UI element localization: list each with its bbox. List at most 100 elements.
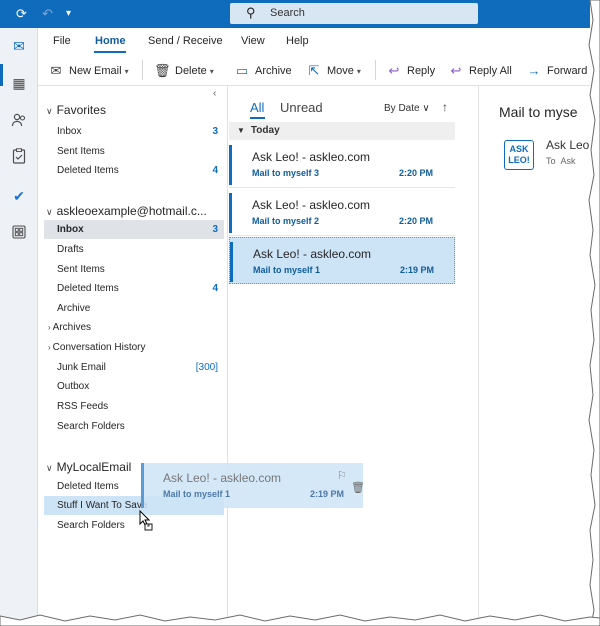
folder-pane: ‹ ∨ Favorites Inbox 3 Sent Items Deleted I… [38,86,228,626]
new-email-dropdown-icon[interactable]: ▾ [125,67,129,76]
message-subject: Mail to myself 2 [252,216,320,226]
quick-access-dropdown-icon[interactable]: ▾ [66,6,71,22]
active-filter-indicator [250,117,265,119]
local-search-folders[interactable]: Search Folders [44,516,224,535]
folder-deleted-items[interactable]: Deleted Items 4 [44,279,224,298]
reply-button[interactable]: ↩ Reply [386,63,436,79]
folder-inbox[interactable]: Inbox 3 [44,220,224,239]
sort-direction-icon[interactable]: ↑ [442,100,448,114]
collapse-folder-pane-icon[interactable]: ‹ [213,88,216,99]
delete-button[interactable]: 🗑 Delete ▾ [154,63,214,79]
tasks-icon[interactable] [9,148,29,168]
app-navigation-rail: ✉ ▦ ✔ [0,28,38,626]
trash-icon: 🗑 [154,63,171,78]
new-email-button[interactable]: ✉ New Email ▾ [48,63,129,79]
todo-check-icon[interactable]: ✔ [9,186,29,206]
folder-search-folders[interactable]: Search Folders [44,417,224,436]
reply-all-button[interactable]: ↩ Reply All [448,63,512,79]
search-placeholder: Search [270,7,305,19]
chevron-down-icon: ∨ [46,106,53,116]
message-sender: Ask Leo! - askleo.com [252,150,371,164]
folder-drafts[interactable]: Drafts [44,240,224,259]
sort-by-dropdown[interactable]: By Date ∨ [384,103,430,114]
folder-rss-feeds[interactable]: RSS Feeds [44,397,224,416]
chevron-down-icon: ∨ [46,207,53,217]
undo-icon[interactable]: ↶ [42,6,53,22]
torn-edge-decoration [0,614,600,626]
message-item[interactable]: Ask Leo! - askleo.com Mail to myself 3 2… [229,141,455,188]
flag-icon: ⚐ [337,470,347,482]
tab-send-receive[interactable]: Send / Receive [148,35,223,47]
local-group-header[interactable]: ∨ MyLocalEmail [46,460,131,474]
unread-indicator [230,242,233,282]
tab-home[interactable]: Home [95,35,126,47]
forward-button[interactable]: → Forward [526,63,588,78]
chevron-right-icon[interactable]: › [48,343,51,352]
drag-cursor-icon [139,510,153,531]
unread-count: 4 [212,283,218,294]
new-email-label: New Email [69,65,122,77]
message-time: 2:20 PM [399,168,434,178]
archive-button[interactable]: ▭ Archive [234,63,292,79]
forward-label: Forward [547,65,588,77]
calendar-icon[interactable]: ▦ [9,73,29,93]
account-group-header[interactable]: ∨ askleoexample@hotmail.c... [46,204,207,218]
reading-recipients: To Ask [546,156,576,166]
message-item[interactable]: Ask Leo! - askleo.com Mail to myself 2 2… [229,189,455,236]
ribbon-divider [375,60,376,80]
drag-subject: Mail to myself 1 [163,489,231,499]
folder-conversation-history[interactable]: › Conversation History [44,338,224,357]
chevron-down-icon: ▼ [237,126,245,135]
filter-unread-tab[interactable]: Unread [280,100,323,115]
delete-dropdown-icon[interactable]: ▾ [210,67,214,76]
favorite-deleted-items[interactable]: Deleted Items 4 [44,161,224,180]
move-button[interactable]: ⇱ Move ▾ [306,63,361,79]
message-list: All Unread By Date ∨ ↑ ▼ Today Ask Leo! -… [229,86,479,626]
tab-file[interactable]: File [53,35,71,47]
local-store-label: MyLocalEmail [56,460,132,474]
ribbon-divider [142,60,143,80]
reply-all-icon: ↩ [450,63,462,78]
reply-label: Reply [407,65,436,77]
tab-view[interactable]: View [241,35,265,47]
unread-count: 4 [212,165,218,176]
folder-archives[interactable]: › Archives [44,318,224,337]
ribbon-tabs: File Home Send / Receive View Help [38,28,590,54]
tab-help[interactable]: Help [286,35,309,47]
apps-grid-icon[interactable] [9,224,29,244]
archive-label: Archive [255,65,292,77]
message-time: 2:19 PM [400,265,435,275]
junk-count: [300] [195,362,218,373]
reply-all-label: Reply All [469,65,512,77]
chevron-down-icon: ∨ [422,103,430,114]
favorite-sent-items[interactable]: Sent Items [44,142,224,161]
sender-avatar: ASK LEO! [504,140,534,170]
people-icon[interactable] [9,112,29,132]
move-dropdown-icon[interactable]: ▾ [357,67,361,76]
ribbon-toolbar: ✉ New Email ▾ 🗑 Delete ▾ ▭ Archive ⇱ Move ▾ ↩ Re… [38,54,590,86]
reading-pane: Mail to myse ASK LEO! Ask Leo To Ask [480,86,590,626]
delete-label: Delete [175,65,207,77]
favorites-group-header[interactable]: ∨ Favorites [46,103,106,117]
mail-icon[interactable]: ✉ [9,36,29,56]
archive-icon: ▭ [235,63,249,78]
unread-indicator [229,193,232,233]
folder-junk-email[interactable]: Junk Email [300] [44,358,224,377]
folder-sent-items[interactable]: Sent Items [44,260,224,279]
message-sender: Ask Leo! - askleo.com [252,198,371,212]
folder-archive[interactable]: Archive [44,299,224,318]
message-time: 2:20 PM [399,216,434,226]
chevron-down-icon: ∨ [46,463,53,473]
sync-icon[interactable]: ⟳ [16,6,27,22]
drag-sender: Ask Leo! - askleo.com [163,471,282,485]
message-item-selected[interactable]: Ask Leo! - askleo.com Mail to myself 1 2… [229,237,455,284]
search-input[interactable]: ⚲ Search [230,3,478,24]
unread-count: 3 [212,126,218,137]
filter-all-tab[interactable]: All [250,100,264,115]
group-header-today[interactable]: ▼ Today [229,122,455,140]
folder-outbox[interactable]: Outbox [44,377,224,396]
chevron-right-icon[interactable]: › [48,323,51,332]
favorite-inbox[interactable]: Inbox 3 [44,122,224,141]
message-subject: Mail to myself 1 [253,265,321,275]
message-subject: Mail to myself 3 [252,168,320,178]
